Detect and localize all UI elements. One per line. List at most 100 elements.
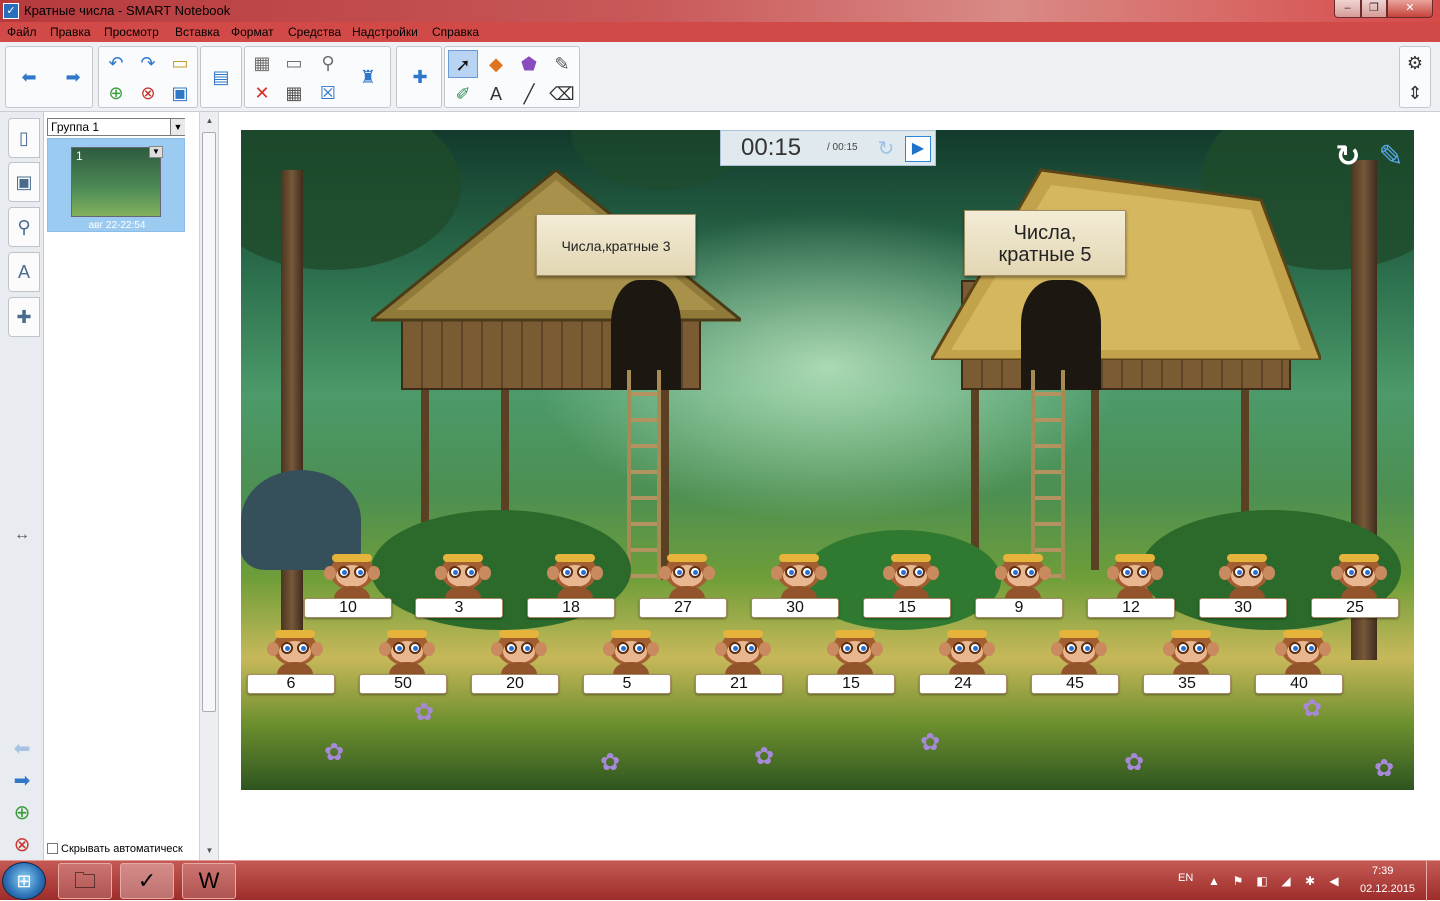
number-card[interactable]: 15 xyxy=(807,674,895,694)
resize-handle-icon[interactable]: ↔ xyxy=(8,522,36,548)
magic-pen-icon[interactable]: ✎ xyxy=(547,50,577,78)
chevron-down-icon[interactable]: ▼ xyxy=(170,119,185,135)
side-panel-scrollbar[interactable]: ▲ ▼ xyxy=(199,112,219,860)
edit-pencil-icon[interactable]: ✎ xyxy=(1371,138,1411,176)
menu-edit[interactable]: Правка xyxy=(50,25,91,39)
monkey-number-card[interactable]: 21 xyxy=(695,624,785,708)
page-thumbnail[interactable]: 1 ▼ авг 22-22:54 xyxy=(47,138,185,232)
tray-service-icon[interactable]: ✱ xyxy=(1302,873,1318,889)
timer-play-icon[interactable]: ▶ xyxy=(905,136,931,162)
number-card[interactable]: 3 xyxy=(415,598,503,618)
number-card[interactable]: 25 xyxy=(1311,598,1399,618)
add-page-side-icon[interactable]: ⊕ xyxy=(8,800,36,826)
scroll-thumb[interactable] xyxy=(202,132,216,712)
delete-page-icon[interactable]: ⊗ xyxy=(133,79,163,107)
autohide-checkbox[interactable] xyxy=(47,843,58,854)
number-card[interactable]: 24 xyxy=(919,674,1007,694)
menu-help[interactable]: Справка xyxy=(432,25,479,39)
number-card[interactable]: 30 xyxy=(1199,598,1287,618)
clock-time[interactable]: 7:39 xyxy=(1372,865,1393,877)
monkey-number-card[interactable]: 12 xyxy=(1087,548,1177,632)
sorting-activity[interactable]: Числа,кратные 3 Числа, кратные 5 ✿ ✿ ✿ ✿… xyxy=(241,130,1414,790)
volume-icon[interactable]: ◀ xyxy=(1326,873,1342,889)
full-screen-icon[interactable]: ▤ xyxy=(206,63,236,91)
monkey-number-card[interactable]: 15 xyxy=(807,624,897,708)
eraser-icon[interactable]: ⌫ xyxy=(547,80,577,108)
add-page-icon[interactable]: ⊕ xyxy=(101,79,131,107)
number-card[interactable]: 45 xyxy=(1031,674,1119,694)
monkey-number-card[interactable]: 20 xyxy=(471,624,561,708)
tray-app-icon[interactable]: ◧ xyxy=(1254,873,1270,889)
monkey-number-card[interactable]: 5 xyxy=(583,624,673,708)
pens-icon[interactable]: ✐ xyxy=(448,80,478,108)
forward-arrow-icon[interactable]: ➡ xyxy=(58,63,88,91)
number-card[interactable]: 21 xyxy=(695,674,783,694)
autohide-option[interactable]: Скрывать автоматическ xyxy=(47,843,183,855)
start-button[interactable]: ⊞ xyxy=(2,862,46,900)
close-box-icon[interactable]: ☒ xyxy=(313,79,343,107)
number-card[interactable]: 50 xyxy=(359,674,447,694)
number-card[interactable]: 9 xyxy=(975,598,1063,618)
previous-page-icon[interactable]: ⬅ xyxy=(8,736,36,762)
reload-activity-icon[interactable]: ↻ xyxy=(1331,140,1365,174)
text-icon[interactable]: A xyxy=(481,80,511,108)
network-icon[interactable]: ◢ xyxy=(1278,873,1294,889)
screen-shade-icon[interactable]: ▭ xyxy=(279,49,309,77)
clock-date[interactable]: 02.12.2015 xyxy=(1360,883,1415,895)
number-card[interactable]: 6 xyxy=(247,674,335,694)
close-button[interactable]: ✕ xyxy=(1387,0,1433,18)
save-icon[interactable]: ▣ xyxy=(165,79,195,107)
show-desktop-button[interactable] xyxy=(1426,861,1440,901)
number-card[interactable]: 5 xyxy=(583,674,671,694)
monkey-number-card[interactable]: 25 xyxy=(1311,548,1401,632)
paste-icon[interactable]: ▦ xyxy=(247,49,277,77)
menu-insert[interactable]: Вставка xyxy=(175,25,220,39)
number-card[interactable]: 40 xyxy=(1255,674,1343,694)
monkey-number-card[interactable]: 40 xyxy=(1255,624,1345,708)
undo-icon[interactable]: ↶ xyxy=(101,49,131,77)
monkey-number-card[interactable]: 6 xyxy=(247,624,337,708)
tray-expand-icon[interactable]: ▲ xyxy=(1206,873,1222,889)
number-card[interactable]: 20 xyxy=(471,674,559,694)
menu-addons[interactable]: Надстройки xyxy=(352,25,418,39)
monkey-number-card[interactable]: 9 xyxy=(975,548,1065,632)
addons-tab-icon[interactable]: ✚ xyxy=(8,297,40,337)
number-card[interactable]: 10 xyxy=(304,598,392,618)
number-card[interactable]: 27 xyxy=(639,598,727,618)
gallery-icon[interactable]: ▣ xyxy=(8,162,40,202)
number-card[interactable]: 12 xyxy=(1087,598,1175,618)
shapes-icon[interactable]: ◆ xyxy=(481,50,511,78)
monkey-number-card[interactable]: 15 xyxy=(863,548,953,632)
open-folder-icon[interactable]: ▭ xyxy=(165,49,195,77)
group-select[interactable]: Группа 1 ▼ xyxy=(47,118,185,136)
smart-notebook-task-icon[interactable]: ✓ xyxy=(120,863,174,899)
line-icon[interactable]: ╱ xyxy=(514,80,544,108)
delete-icon[interactable]: ✕ xyxy=(247,79,277,107)
timer-reset-icon[interactable]: ↻ xyxy=(873,136,899,162)
maximize-button[interactable]: ❐ xyxy=(1361,0,1387,18)
doc-camera-icon[interactable]: ♜ xyxy=(353,63,383,91)
scroll-up-icon[interactable]: ▲ xyxy=(202,114,217,128)
back-arrow-icon[interactable]: ⬅ xyxy=(14,63,44,91)
monkey-number-card[interactable]: 24 xyxy=(919,624,1009,708)
word-document-icon[interactable]: W xyxy=(182,863,236,899)
scroll-down-icon[interactable]: ▼ xyxy=(202,844,217,858)
select-pointer-icon[interactable]: ➚ xyxy=(448,50,478,78)
menu-format[interactable]: Формат xyxy=(231,25,274,39)
number-card[interactable]: 35 xyxy=(1143,674,1231,694)
properties-icon[interactable]: A xyxy=(8,252,40,292)
monkey-number-card[interactable]: 27 xyxy=(639,548,729,632)
monkey-number-card[interactable]: 10 xyxy=(304,548,394,632)
table-icon[interactable]: ▦ xyxy=(279,79,309,107)
thumbnail-menu-icon[interactable]: ▼ xyxy=(149,146,163,158)
monkey-number-card[interactable]: 18 xyxy=(527,548,617,632)
redo-icon[interactable]: ↷ xyxy=(133,49,163,77)
monkey-number-card[interactable]: 30 xyxy=(1199,548,1289,632)
page-sorter-icon[interactable]: ▯ xyxy=(8,118,40,158)
monkey-number-card[interactable]: 35 xyxy=(1143,624,1233,708)
delete-page-side-icon[interactable]: ⊗ xyxy=(8,832,36,858)
number-card[interactable]: 15 xyxy=(863,598,951,618)
eraser-shape-icon[interactable]: ⬟ xyxy=(514,50,544,78)
explorer-folder-icon[interactable]: 🗀 xyxy=(58,863,112,899)
number-card[interactable]: 30 xyxy=(751,598,839,618)
